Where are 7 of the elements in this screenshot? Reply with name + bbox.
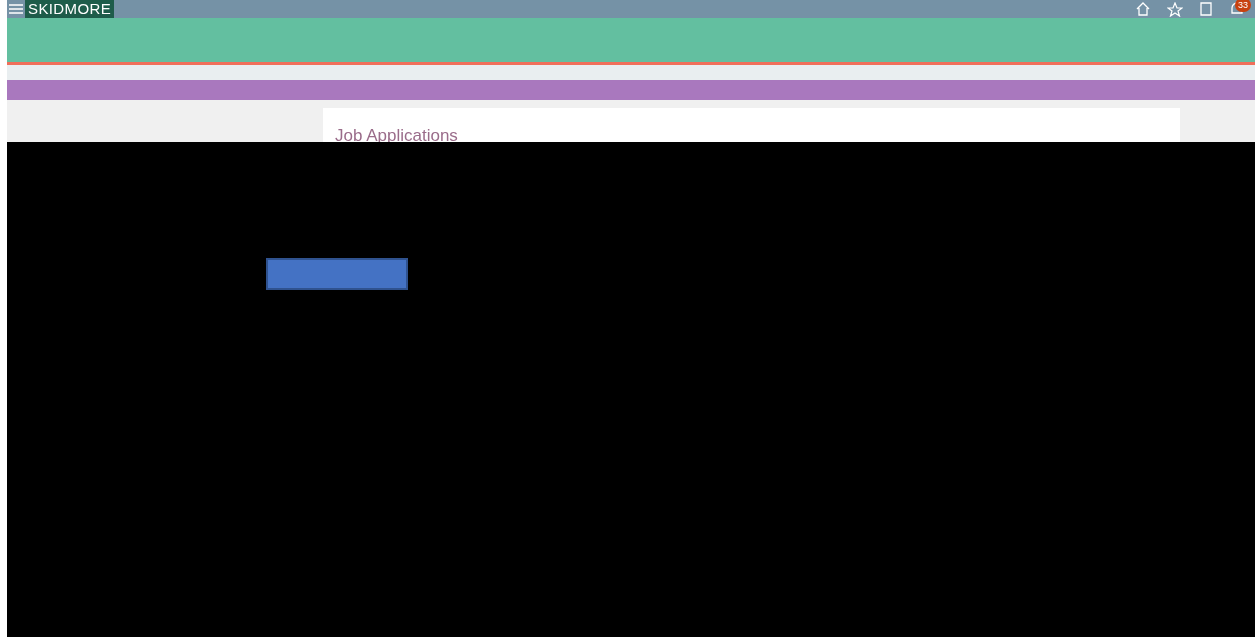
logo[interactable]: SKIDMORE: [25, 0, 114, 18]
notification-badge: 33: [1235, 0, 1251, 12]
star-icon[interactable]: [1167, 1, 1183, 17]
page-title: Job Applications: [335, 126, 458, 145]
home-icon[interactable]: [1135, 2, 1151, 16]
menu-icon[interactable]: [9, 3, 23, 15]
bookmark-icon[interactable]: [1199, 2, 1213, 16]
